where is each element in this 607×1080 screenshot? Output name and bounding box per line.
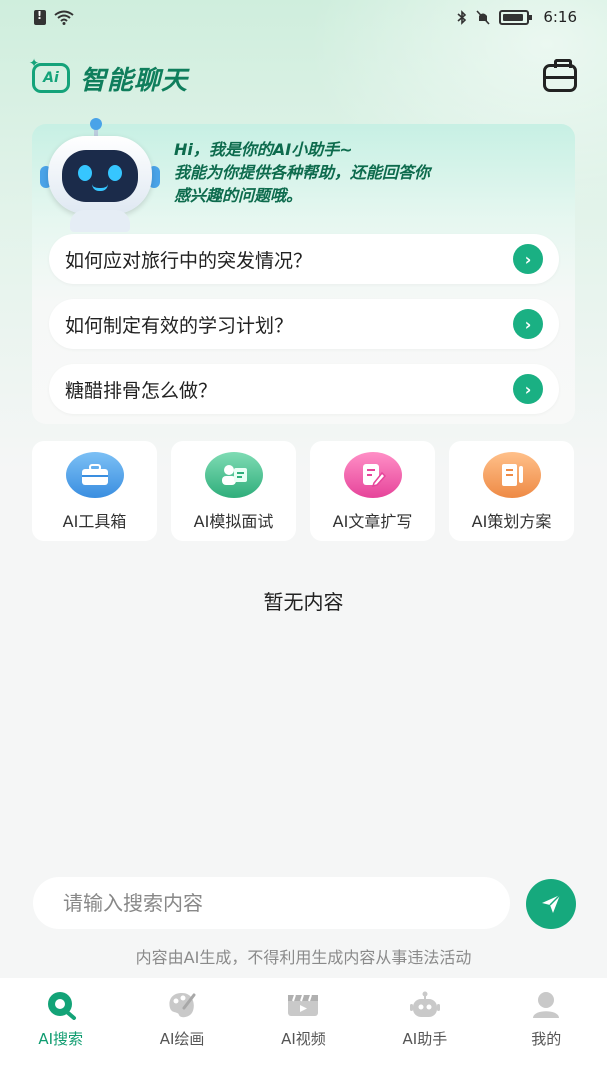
app-header: Ai 智能聊天 — [29, 56, 577, 100]
battery-icon — [499, 9, 533, 25]
greeting-line-3: 感兴趣的问题哦。 — [174, 186, 303, 205]
suggested-question[interactable]: 糖醋排骨怎么做？ › — [49, 364, 559, 414]
robot-icon — [408, 990, 442, 1020]
chevron-right-icon: › — [513, 374, 543, 404]
nav-label: AI搜索 — [38, 1030, 84, 1048]
question-text: 糖醋排骨怎么做？ — [65, 379, 218, 402]
ai-logo-icon: Ai — [29, 56, 70, 93]
nav-item-ai-paint[interactable]: AI绘画 — [132, 990, 232, 1080]
bottom-nav: AI搜索 AI绘画 AI视频 AI助手 我的 — [0, 978, 607, 1080]
feature-label: AI工具箱 — [62, 512, 127, 531]
notebook-icon — [482, 452, 541, 498]
feature-ai-interview[interactable]: AI模拟面试 — [171, 441, 296, 541]
nav-label: AI绘画 — [159, 1030, 205, 1048]
nav-label: 我的 — [531, 1030, 562, 1048]
toolbox-icon[interactable] — [543, 59, 577, 92]
bluetooth-icon — [457, 9, 467, 25]
nav-item-ai-assistant[interactable]: AI助手 — [375, 990, 475, 1080]
search-input[interactable] — [33, 877, 510, 929]
robot-mascot-icon — [40, 118, 160, 232]
feature-ai-toolbox[interactable]: AI工具箱 — [32, 441, 157, 541]
greeting-line-1: Hi，我是你的AI小助手~ — [174, 140, 353, 159]
wifi-icon — [54, 10, 74, 25]
feature-label: AI策划方案 — [471, 512, 552, 531]
ai-disclaimer: 内容由AI生成，不得利用生成内容从事违法活动 — [135, 948, 472, 967]
feature-label: AI模拟面试 — [193, 512, 274, 531]
sim-alert-icon — [34, 9, 46, 25]
suggested-question[interactable]: 如何制定有效的学习计划？ › — [49, 299, 559, 349]
nav-label: AI助手 — [402, 1030, 448, 1048]
question-text: 如何应对旅行中的突发情况？ — [65, 249, 313, 272]
edit-document-icon — [343, 452, 402, 498]
feature-ai-article-expand[interactable]: AI文章扩写 — [310, 441, 435, 541]
feature-label: AI文章扩写 — [332, 512, 413, 531]
interview-icon — [204, 452, 263, 498]
briefcase-icon — [65, 452, 124, 498]
mute-bell-icon — [476, 9, 490, 25]
send-button[interactable] — [526, 879, 576, 929]
send-icon — [542, 894, 561, 913]
chevron-right-icon: › — [513, 309, 543, 339]
search-icon — [44, 990, 78, 1020]
greeting-text: Hi，我是你的AI小助手~ 我能为你提供各种帮助，还能回答你 感兴趣的问题哦。 — [174, 138, 574, 207]
brand: Ai 智能聊天 — [29, 56, 189, 97]
video-icon — [286, 990, 320, 1020]
nav-item-ai-video[interactable]: AI视频 — [253, 990, 353, 1080]
page-title: 智能聊天 — [80, 65, 189, 96]
nav-label: AI视频 — [281, 1030, 326, 1048]
empty-state-text: 暂无内容 — [263, 590, 344, 614]
status-bar: 6:16 — [0, 0, 607, 34]
chevron-right-icon: › — [513, 244, 543, 274]
nav-item-mine[interactable]: 我的 — [496, 990, 596, 1080]
status-time: 6:16 — [543, 8, 577, 26]
greeting-line-2: 我能为你提供各种帮助，还能回答你 — [174, 163, 431, 182]
feature-ai-planning[interactable]: AI策划方案 — [449, 441, 574, 541]
suggested-question[interactable]: 如何应对旅行中的突发情况？ › — [49, 234, 559, 284]
palette-icon — [165, 990, 199, 1020]
profile-icon — [529, 990, 563, 1020]
nav-item-ai-search[interactable]: AI搜索 — [11, 990, 111, 1080]
question-text: 如何制定有效的学习计划？ — [65, 314, 294, 337]
